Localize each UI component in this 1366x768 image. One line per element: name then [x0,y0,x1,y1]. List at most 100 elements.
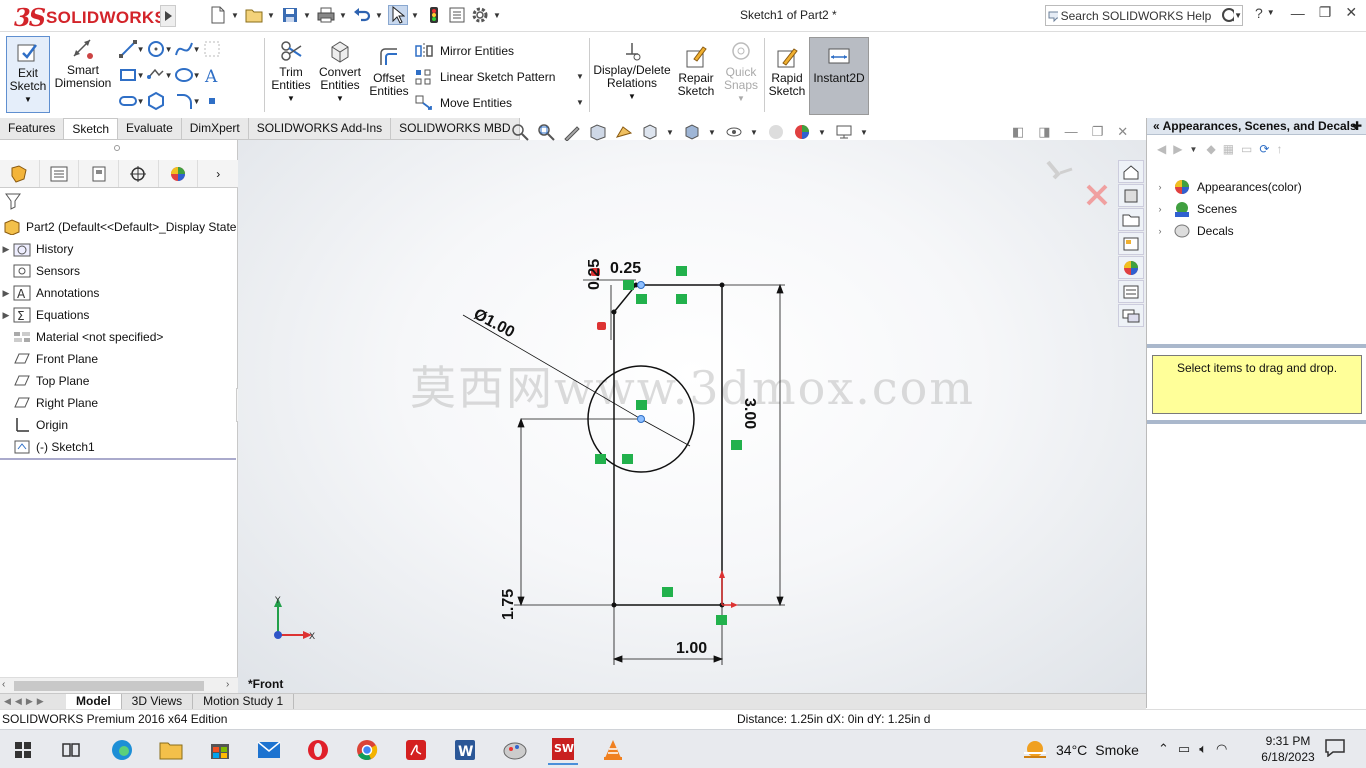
display-style-icon[interactable] [682,122,702,142]
close-viewport-icon[interactable]: ✕ [1117,124,1128,140]
refresh-icon[interactable]: ⟳ [1259,142,1269,156]
task-pane-divider[interactable] [1147,344,1366,348]
feature-tree-tab-icon[interactable] [0,160,40,187]
tile-left-icon[interactable]: ◧ [1012,124,1024,140]
vlc-player-icon[interactable] [598,735,628,765]
acrobat-reader-icon[interactable] [401,735,431,765]
select-pointer-icon[interactable] [388,5,408,25]
offset-entities-button[interactable]: Offset Entities [366,44,412,98]
forward-icon[interactable]: ▶ [1173,142,1182,156]
chrome-browser-icon[interactable] [352,735,382,765]
mirror-entities-button[interactable]: Mirror Entities [414,38,555,64]
solidworks-taskbar-icon[interactable]: SW [548,735,578,765]
edit-appearance-icon[interactable] [766,122,786,142]
tp-item-appearances[interactable]: › Appearances(color) [1147,176,1366,198]
chevron-down-icon[interactable]: ▼ [1189,145,1199,154]
selected-point[interactable] [637,281,645,289]
tab-solidworks-add-ins[interactable]: SOLIDWORKS Add-Ins [249,118,392,139]
configuration-manager-tab-icon[interactable] [79,160,120,187]
dimxpert-manager-tab-icon[interactable] [119,160,159,187]
chevron-down-icon[interactable]: ▼ [708,128,718,137]
point-tool-icon[interactable] [202,90,230,112]
smart-dimension-button[interactable]: Smart Dimension [54,36,112,90]
convert-entities-button[interactable]: Convert Entities ▼ [316,38,364,105]
rebuild-traffic-light-icon[interactable] [424,5,444,25]
scrollbar-thumb[interactable] [14,681,204,691]
sketch-profile[interactable] [613,284,723,606]
up-one-level-icon[interactable]: ↑ [1276,142,1282,156]
exit-sketch-button[interactable]: Exit Sketch ▼ [6,36,50,113]
fillet-tool-icon[interactable]: ▼ [174,90,202,112]
circle-tool-icon[interactable]: ▼ [146,38,174,60]
previous-view-icon[interactable] [562,122,582,142]
tile-right-icon[interactable]: ◨ [1038,124,1050,140]
tree-root-part[interactable]: Part2 (Default<<Default>_Display State [0,216,238,238]
tree-item-origin[interactable]: Origin [0,414,238,436]
chevron-down-icon[interactable]: ▼ [576,72,584,81]
paint-app-icon[interactable] [500,735,530,765]
expand-arrow-icon[interactable]: ▶ [0,244,12,255]
tab-solidworks-mbd[interactable]: SOLIDWORKS MBD [391,118,520,139]
instant2d-button[interactable]: Instant2D [809,37,869,115]
tree-item-material[interactable]: Material <not specified> [0,326,238,348]
apply-scene-icon[interactable] [792,122,812,142]
windows-start-icon[interactable] [8,735,38,765]
cancel-sketch-icon[interactable] [1086,184,1108,206]
zoom-to-fit-icon[interactable] [510,122,530,142]
help-button[interactable]: ? [1255,5,1263,21]
spline-tool-icon[interactable]: ▼ [174,38,202,60]
expand-arrow-icon[interactable]: › [1147,204,1173,214]
restore-icon[interactable]: ❐ [1319,4,1332,21]
graphics-area[interactable]: 莫西网www.3dmox.com Y X 0.25 0.25 Ø1.00 3.0… [238,140,1146,695]
dimension-total-height[interactable]: 3.00 [740,398,758,429]
view-orientation-icon[interactable] [640,122,660,142]
scroll-left-icon[interactable]: ‹ [2,679,5,690]
microsoft-store-icon[interactable] [205,735,235,765]
appearances-scenes-icon[interactable] [1118,256,1144,279]
search-icon[interactable] [1221,7,1235,25]
minimize-viewport-icon[interactable]: — [1065,124,1078,140]
create-folder-icon[interactable]: ▭ [1241,142,1252,156]
slot-tool-icon[interactable]: ▼ [146,64,174,86]
opera-browser-icon[interactable] [303,735,333,765]
tab-evaluate[interactable]: Evaluate [118,118,182,139]
tree-item-annotations[interactable]: ▶ A Annotations [0,282,238,304]
tab-3d-views[interactable]: 3D Views [122,694,194,709]
tree-item-equations[interactable]: ▶ Σ Equations [0,304,238,326]
chevron-down-icon[interactable]: ▼ [493,11,503,20]
tree-item-sensors[interactable]: Sensors [0,260,238,282]
sketch-canvas[interactable]: Y X [238,140,1146,695]
scroll-right-icon[interactable]: › [226,679,229,690]
display-manager-tab-icon[interactable] [159,160,199,187]
chevron-down-icon[interactable]: ▼ [375,11,385,20]
expand-arrow-icon[interactable]: ▶ [0,310,12,321]
add-file-location-icon[interactable]: ▦ [1223,142,1234,156]
wifi-icon[interactable]: ◠ [1216,741,1227,757]
straight-slot-icon[interactable]: ▼ [118,90,146,112]
file-explorer-icon[interactable] [1118,208,1144,231]
file-properties-icon[interactable] [447,5,467,25]
chevron-down-icon[interactable]: ▼ [576,98,584,107]
tray-chevron-up-icon[interactable]: ⌃ [1158,741,1169,757]
chevron-down-icon[interactable]: ▼ [24,93,32,106]
help-search-box[interactable]: Search SOLIDWORKS Help ▼ [1045,5,1243,26]
add-to-library-icon[interactable]: ◆ [1206,142,1215,156]
save-icon[interactable] [280,5,300,25]
weather-widget[interactable]: 34°C Smoke [1022,739,1139,761]
battery-icon[interactable]: ▭ [1178,741,1190,757]
text-tool-icon[interactable]: A [202,64,230,86]
chevron-down-icon[interactable]: ▼ [287,92,295,105]
chevron-down-icon[interactable]: ▼ [231,11,241,20]
section-view-icon[interactable] [588,122,608,142]
task-pane-divider[interactable] [1147,420,1366,424]
tree-item-right-plane[interactable]: Right Plane [0,392,238,414]
dimension-center-height[interactable]: 1.75 [500,589,518,620]
feature-tree-scrollbar[interactable]: ‹ › [0,677,238,693]
tree-item-front-plane[interactable]: Front Plane [0,348,238,370]
undo-icon[interactable] [352,5,372,25]
volume-icon[interactable]: 🔈︎ [1199,741,1207,757]
chevron-down-icon[interactable]: ▼ [818,128,828,137]
dynamic-annotation-icon[interactable] [614,122,634,142]
view-settings-monitor-icon[interactable] [834,122,854,142]
chevron-down-icon[interactable]: ▼ [628,90,636,103]
